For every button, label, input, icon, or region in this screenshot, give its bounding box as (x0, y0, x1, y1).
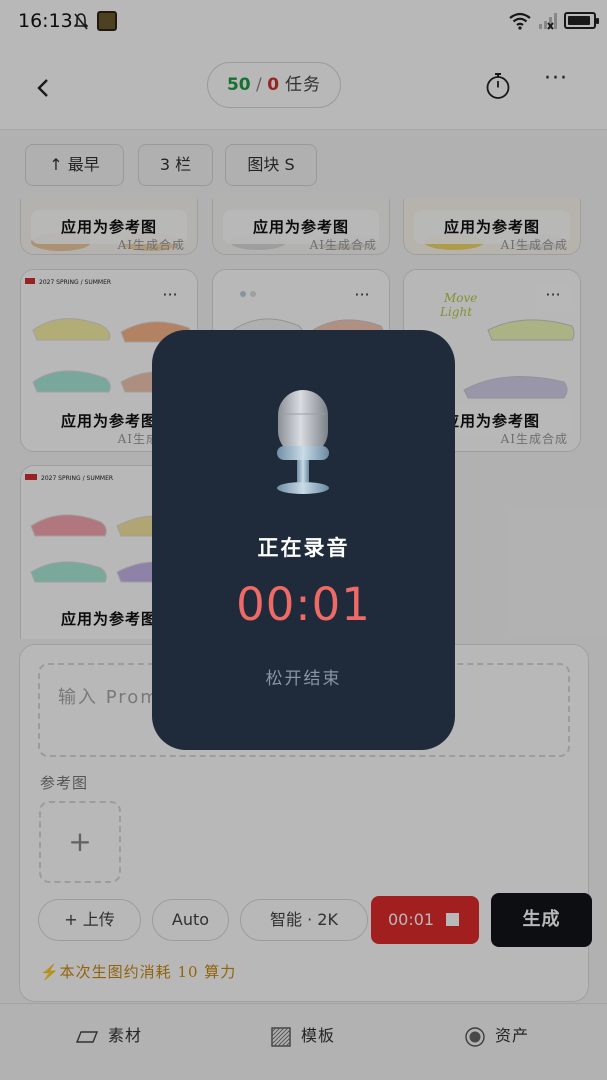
microphone-icon (277, 390, 329, 494)
recording-time: 00:01 (236, 578, 371, 631)
recording-hint: 松开结束 (265, 669, 342, 689)
recording-title: 正在录音 (257, 535, 350, 560)
app-screen: 16:13 50 / 0 任务 ··· ↑ 最早 3 栏 图块 S 应用为参考图… (0, 0, 607, 1080)
recording-dialog: 正在录音 00:01 松开结束 (152, 330, 455, 750)
